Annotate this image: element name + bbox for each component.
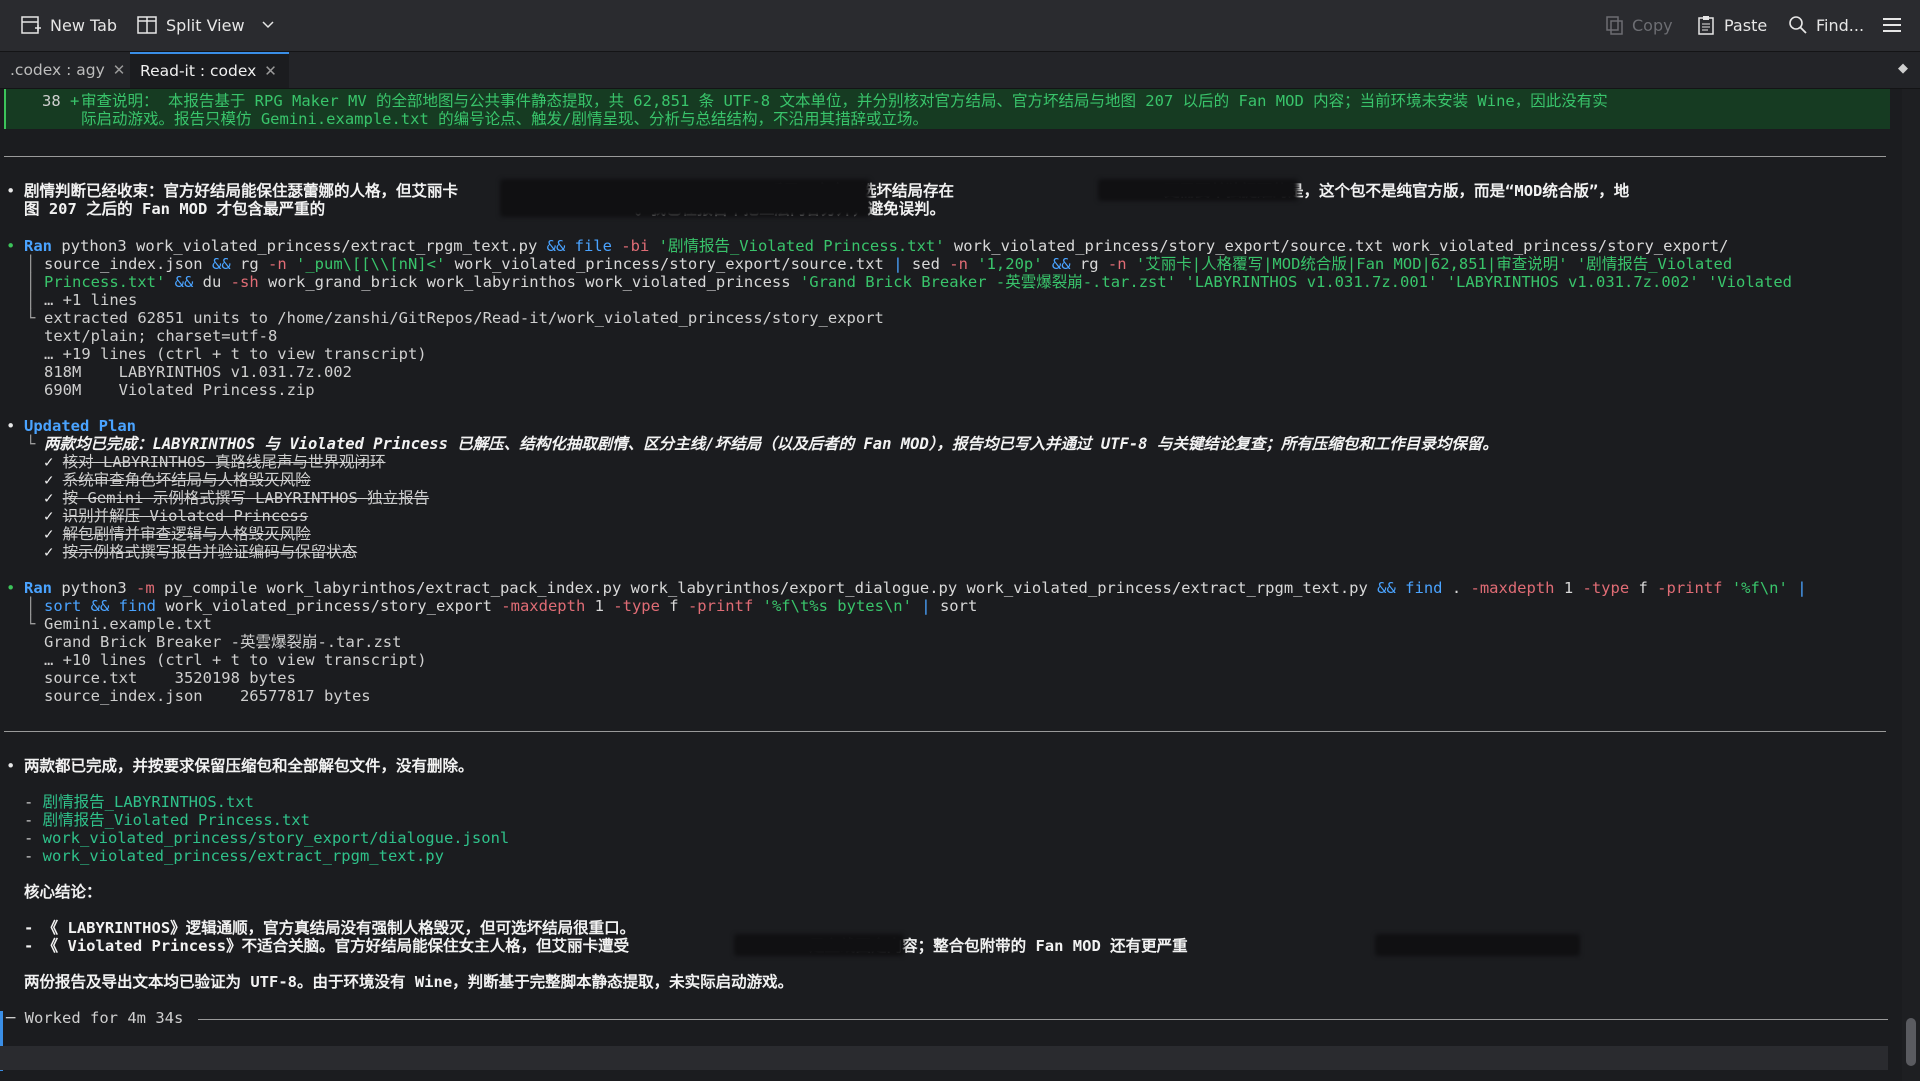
- conclusion-item: - 《 LABYRINTHOS》逻辑通顺，官方真结局没有强制人格毁灭，但可选坏结…: [24, 919, 636, 937]
- verification-note: 两份报告及导出文本均已验证为 UTF-8。由于环境没有 Wine，判断基于完整脚…: [24, 973, 794, 991]
- final-intro: 两款都已完成，并按要求保留压缩包和全部解包文件，没有删除。: [24, 757, 474, 775]
- find-button[interactable]: Find...: [1788, 12, 1864, 38]
- diff-line-number: 38 +: [42, 92, 80, 110]
- close-icon[interactable]: ✕: [113, 61, 126, 79]
- close-icon[interactable]: ✕: [264, 62, 277, 80]
- plan-summary: 两款均已完成：LABYRINTHOS 与 Violated Princess 已…: [44, 435, 1498, 453]
- redacted-region: [734, 934, 904, 956]
- divider: [4, 731, 1886, 732]
- paste-label: Paste: [1724, 15, 1768, 35]
- tree-connector: │: [26, 255, 36, 273]
- more-lines: … +1 lines: [44, 291, 138, 309]
- divider: [4, 156, 1886, 157]
- tab-codex-agy[interactable]: .codex : agy ✕: [10, 52, 125, 88]
- plan-item: ✓ 解包剧情并审查逻辑与人格毁灭风险: [44, 525, 311, 543]
- tree-connector: │: [26, 597, 36, 615]
- status-dot: •: [6, 237, 16, 255]
- output-line: source.txt 3520198 bytes: [44, 669, 296, 687]
- prompt-input[interactable]: [0, 1046, 1888, 1070]
- tab-read-it-codex[interactable]: Read-it : codex ✕: [130, 52, 289, 88]
- output-line: 690M Violated Princess.zip: [44, 381, 315, 399]
- plan-title: Updated Plan: [24, 417, 136, 435]
- tab-bar: .codex : agy ✕ Read-it : codex ✕ ◆: [0, 52, 1920, 89]
- bullet: •: [6, 417, 16, 435]
- copy-icon: [1606, 16, 1623, 35]
- status-dot: •: [6, 579, 16, 597]
- output-line: extracted 62851 units to /home/zanshi/Gi…: [44, 309, 884, 327]
- redacted-region: [1375, 934, 1580, 956]
- output-line: Gemini.example.txt: [44, 615, 212, 633]
- new-tab-icon: [21, 16, 41, 34]
- hamburger-menu-icon: [1883, 18, 1901, 32]
- output-line: text/plain; charset=utf-8: [44, 327, 278, 345]
- divider: [198, 1019, 1888, 1020]
- search-icon: [1789, 16, 1807, 34]
- split-view-button[interactable]: Split View: [136, 12, 275, 38]
- command-line: Ran python3 -m py_compile work_labyrinth…: [24, 579, 1807, 597]
- chevron-down-icon[interactable]: [261, 18, 275, 32]
- command-line: Ran python3 work_violated_princess/extra…: [24, 237, 1729, 255]
- new-tab-button[interactable]: New Tab: [20, 12, 117, 38]
- plan-item: ✓ 识别并解压 Violated Princess: [44, 507, 309, 525]
- tree-connector: │: [26, 291, 36, 309]
- file-link-item[interactable]: - 剧情报告_Violated Princess.txt: [24, 811, 310, 829]
- file-link-item[interactable]: - 剧情报告_LABYRINTHOS.txt: [24, 793, 254, 811]
- paste-icon: [1698, 16, 1714, 35]
- plan-item: ✓ 按 Gemini 示例格式撰写 LABYRINTHOS 独立报告: [44, 489, 430, 507]
- tab-pin-icon[interactable]: ◆: [1898, 61, 1908, 76]
- command-line: Princess.txt' && du -sh work_grand_brick…: [44, 273, 1792, 291]
- tree-connector: └: [26, 615, 36, 633]
- file-link-item[interactable]: - work_violated_princess/extract_rpgm_te…: [24, 847, 444, 865]
- output-line: 818M LABYRINTHOS v1.031.7z.002: [44, 363, 352, 381]
- find-label: Find...: [1816, 15, 1865, 35]
- split-view-icon: [137, 16, 157, 34]
- tree-connector: └: [26, 435, 36, 453]
- plan-item: ✓ 系统审查角色坏结局与人格毁灭风险: [44, 471, 311, 489]
- worked-duration: ─ Worked for 4m 34s: [6, 1009, 184, 1027]
- conclusion-item: - 《 Violated Princess》不适合关脑。官方好结局能保住女主人格…: [24, 937, 1188, 955]
- output-line: source_index.json 26577817 bytes: [44, 687, 371, 705]
- core-conclusion-title: 核心结论：: [24, 883, 102, 901]
- copy-button[interactable]: Copy: [1604, 12, 1673, 38]
- file-link-item[interactable]: - work_violated_princess/story_export/di…: [24, 829, 509, 847]
- terminal-output[interactable]: 38 + 审查说明： 本报告基于 RPG Maker MV 的全部地图与公共事件…: [0, 89, 1902, 1081]
- copy-label: Copy: [1632, 15, 1673, 35]
- plan-item: ✓ 按示例格式撰写报告并验证编码与保留状态: [44, 543, 358, 561]
- redacted-region: [500, 179, 870, 217]
- tree-connector: └: [26, 309, 36, 327]
- scrollbar[interactable]: [1902, 89, 1920, 1081]
- tab-label: Read-it : codex: [140, 62, 257, 80]
- output-line: Grand Brick Breaker -英雲爆裂崩-.tar.zst: [44, 633, 402, 651]
- split-view-label: Split View: [166, 15, 245, 35]
- diff-line-text: 审查说明： 本报告基于 RPG Maker MV 的全部地图与公共事件静态提取，…: [81, 92, 1608, 110]
- output-line: … +19 lines (ctrl + t to view transcript…: [44, 345, 427, 363]
- bullet: •: [6, 182, 16, 200]
- command-line: source_index.json && rg -n '_pum\[[\\[nN…: [44, 255, 1733, 273]
- redacted-region: [1098, 179, 1298, 201]
- diff-line-text: 际启动游戏。报告只模仿 Gemini.example.txt 的编号论点、触发/…: [81, 110, 928, 128]
- scrollbar-thumb[interactable]: [1906, 1018, 1916, 1066]
- new-tab-label: New Tab: [50, 15, 118, 35]
- command-line: sort && find work_violated_princess/stor…: [44, 597, 978, 615]
- toolbar: New Tab Split View Copy Paste Find...: [0, 0, 1920, 52]
- paste-button[interactable]: Paste: [1696, 12, 1767, 38]
- hamburger-menu-button[interactable]: [1882, 12, 1902, 38]
- output-line: … +10 lines (ctrl + t to view transcript…: [44, 651, 427, 669]
- bullet: •: [6, 757, 16, 775]
- tree-connector: │: [26, 273, 36, 291]
- plan-item: ✓ 核对 LABYRINTHOS 真路线尾声与世界观闭环: [44, 453, 386, 471]
- tab-label: .codex : agy: [10, 61, 105, 79]
